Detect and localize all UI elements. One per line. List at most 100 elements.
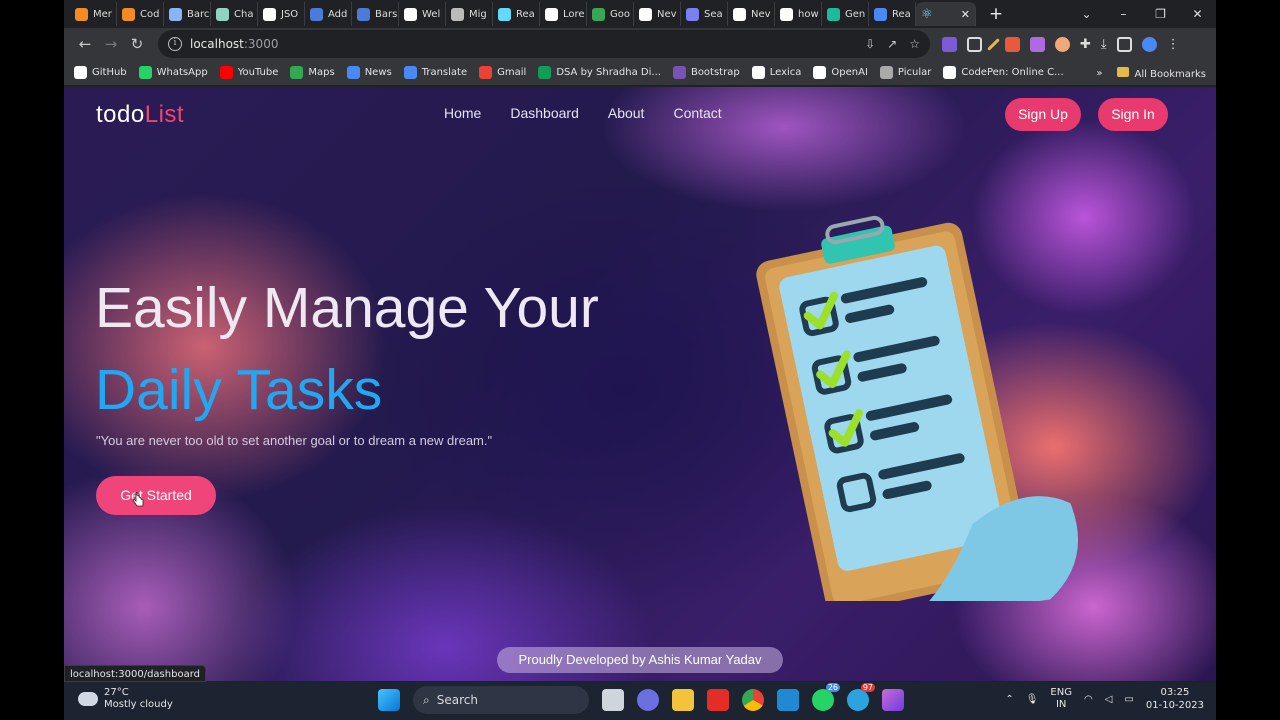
bookmark-item[interactable]: Translate xyxy=(403,66,467,79)
extension-icon-4[interactable] xyxy=(1005,36,1020,52)
browser-tab[interactable]: Bars xyxy=(352,2,399,26)
bookmark-label: Picular xyxy=(897,67,932,78)
bookmark-star-icon[interactable]: ☆ xyxy=(909,37,920,51)
browser-tab[interactable]: Mer xyxy=(70,2,117,26)
sign-in-button[interactable]: Sign In xyxy=(1098,98,1168,131)
bookmark-item[interactable]: WhatsApp xyxy=(138,66,208,79)
all-bookmarks-button[interactable]: All Bookmarks xyxy=(1116,66,1206,80)
bookmark-item[interactable]: CodePen: Online C... xyxy=(943,66,1064,79)
extension-icon-5[interactable] xyxy=(1030,36,1045,52)
nav-contact[interactable]: Contact xyxy=(673,105,721,121)
tab-favicon-icon xyxy=(733,7,746,21)
bookmark-item[interactable]: Bootstrap xyxy=(672,66,740,79)
status-bubble: localhost:3000/dashboard xyxy=(64,665,206,682)
download-icon[interactable]: ⤓ xyxy=(1101,37,1107,52)
browser-tab[interactable]: how xyxy=(775,2,822,26)
browser-tab[interactable]: Cod xyxy=(117,2,164,26)
weather-widget[interactable]: 27°C Mostly cloudy xyxy=(78,687,173,711)
telegram-icon[interactable]: 97 xyxy=(847,683,875,711)
chrome-icon[interactable] xyxy=(742,689,764,711)
browser-tab[interactable]: Cha xyxy=(211,2,258,26)
tab-favicon-icon xyxy=(639,7,652,21)
all-bookmarks-label: All Bookmarks xyxy=(1134,68,1206,80)
bookmark-item[interactable]: Picular xyxy=(879,66,932,79)
react-icon: ⚛ xyxy=(921,6,933,22)
minimize-button[interactable]: – xyxy=(1105,7,1142,21)
tab-favicon-icon xyxy=(686,7,699,21)
tab-active[interactable]: ⚛ ✕ xyxy=(916,2,976,26)
hero-headline-line1: Easily Manage Your xyxy=(95,276,599,340)
date: 01-10-2023 xyxy=(1145,700,1204,711)
browser-tab[interactable]: Lore xyxy=(540,2,587,26)
bookmark-item[interactable]: OpenAI xyxy=(813,66,868,79)
sign-up-button[interactable]: Sign Up xyxy=(1005,98,1081,131)
browser-tab[interactable]: Goo xyxy=(587,2,634,26)
task-view-icon[interactable] xyxy=(602,689,624,711)
puzzle-icon[interactable]: ✚ xyxy=(1080,37,1091,52)
media-player-icon[interactable] xyxy=(882,689,904,711)
omnibox-actions: ⇩ ↗ ☆ xyxy=(865,37,920,51)
language-indicator[interactable]: ENG IN xyxy=(1050,687,1072,711)
extension-icon-6[interactable] xyxy=(1055,36,1070,52)
bookmark-item[interactable]: Lexica xyxy=(751,66,801,79)
browser-tab[interactable]: Nev xyxy=(728,2,775,26)
vscode-icon[interactable] xyxy=(777,689,799,711)
bookmark-item[interactable]: Gmail xyxy=(479,66,526,79)
browser-tab[interactable]: Sea xyxy=(681,2,728,26)
bookmark-item[interactable]: YouTube xyxy=(219,66,278,79)
youtube-icon[interactable] xyxy=(707,689,729,711)
extension-icon-2[interactable] xyxy=(967,36,982,52)
browser-tab[interactable]: Mig xyxy=(446,2,493,26)
windows-start-icon[interactable] xyxy=(378,689,400,711)
browser-window: Mer Cod Barc Cha JSO Add Bars Wel Mig Rea Lore Goo N… xyxy=(64,0,1216,720)
battery-icon[interactable]: ▭ xyxy=(1124,694,1133,705)
tab-search-dropdown[interactable]: ⌄ xyxy=(1068,7,1105,21)
browser-tab[interactable]: JSO xyxy=(258,2,305,26)
wifi-icon[interactable]: ◠ xyxy=(1084,694,1093,705)
browser-toolbar: ← → ↻ i localhost:3000 ⇩ ↗ ☆ ✚ ⤓ ⋮ xyxy=(64,28,1216,60)
get-started-button[interactable]: Get Started xyxy=(96,476,216,515)
nav-home[interactable]: Home xyxy=(444,105,481,121)
file-explorer-icon[interactable] xyxy=(672,689,694,711)
new-tab-button[interactable]: + xyxy=(986,4,1006,24)
nav-dashboard[interactable]: Dashboard xyxy=(510,105,579,121)
close-tab-icon[interactable]: ✕ xyxy=(961,8,970,21)
tab-strip: Mer Cod Barc Cha JSO Add Bars Wel Mig Rea Lore Goo N… xyxy=(64,0,1216,28)
share-icon[interactable]: ↗ xyxy=(887,37,897,51)
tab-favicon-icon xyxy=(545,7,558,21)
browser-tab[interactable]: Rea xyxy=(869,2,916,26)
microphone-icon[interactable]: 🎙 xyxy=(1026,694,1039,705)
install-app-icon[interactable]: ⇩ xyxy=(865,37,875,51)
browser-tab[interactable]: Wel xyxy=(399,2,446,26)
clock[interactable]: 03:25 01-10-2023 xyxy=(1146,686,1204,712)
bookmark-item[interactable]: Maps xyxy=(290,66,335,79)
bookmark-item[interactable]: News xyxy=(346,66,392,79)
browser-tab[interactable]: Nev xyxy=(634,2,681,26)
bookmark-item[interactable]: DSA by Shradha Di... xyxy=(538,66,661,79)
back-icon[interactable]: ← xyxy=(72,35,98,53)
chat-icon[interactable] xyxy=(637,689,659,711)
browser-tab[interactable]: Gen xyxy=(822,2,869,26)
extension-icon-1[interactable] xyxy=(942,36,957,52)
address-bar[interactable]: i localhost:3000 ⇩ ↗ ☆ xyxy=(158,30,930,58)
site-info-icon[interactable]: i xyxy=(168,37,182,51)
browser-tab[interactable]: Barc xyxy=(164,2,211,26)
extension-icon-3[interactable] xyxy=(987,37,1000,51)
more-bookmarks-button[interactable]: » xyxy=(1096,68,1102,79)
browser-tab[interactable]: Rea xyxy=(493,2,540,26)
volume-icon[interactable]: ◁ xyxy=(1105,694,1113,705)
nav-about[interactable]: About xyxy=(608,105,645,121)
menu-icon[interactable]: ⋮ xyxy=(1167,37,1180,52)
whatsapp-icon[interactable]: 26 xyxy=(812,683,840,711)
reload-icon[interactable]: ↻ xyxy=(124,35,150,53)
browser-tab[interactable]: Add xyxy=(305,2,352,26)
taskbar-search[interactable]: ⌕ Search xyxy=(413,686,589,714)
side-panel-icon[interactable] xyxy=(1116,36,1132,52)
bookmark-item[interactable]: GitHub xyxy=(74,66,127,79)
profile-avatar[interactable] xyxy=(1141,36,1157,52)
maximize-button[interactable]: ❐ xyxy=(1142,7,1179,21)
forward-icon[interactable]: → xyxy=(98,35,124,53)
chevron-up-icon[interactable]: ⌃ xyxy=(1005,694,1013,705)
close-window-button[interactable]: ✕ xyxy=(1179,7,1216,21)
site-logo[interactable]: todoList xyxy=(96,101,184,129)
